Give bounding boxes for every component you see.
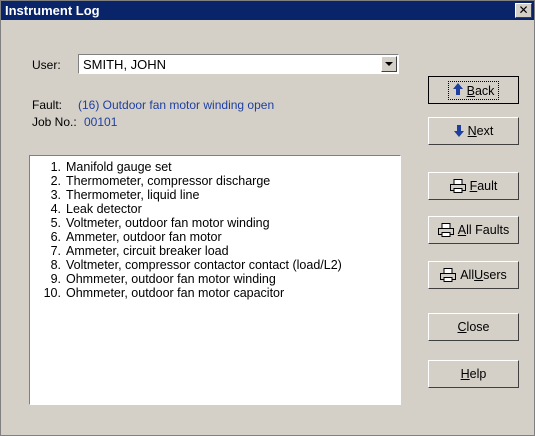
list-item[interactable]: 4. Leak detector	[30, 202, 400, 216]
user-select[interactable]: SMITH, JOHN	[78, 54, 399, 74]
print-all-faults-button[interactable]: All Faults	[428, 216, 519, 244]
list-item[interactable]: 8. Voltmeter, compressor contactor contac…	[30, 258, 400, 272]
list-item[interactable]: 1. Manifold gauge set	[30, 160, 400, 174]
print-fault-button[interactable]: Fault	[428, 172, 519, 200]
instrument-log-window: Instrument Log ✕ User: SMITH, JOHN Fault…	[0, 0, 535, 436]
close-button[interactable]: Close	[428, 313, 519, 341]
window-title: Instrument Log	[5, 3, 100, 18]
list-item[interactable]: 9. Ohmmeter, outdoor fan motor winding	[30, 272, 400, 286]
list-item[interactable]: 5. Voltmeter, outdoor fan motor winding	[30, 216, 400, 230]
next-button[interactable]: Next	[428, 117, 519, 145]
up-arrow-icon	[452, 82, 463, 95]
printer-icon	[449, 179, 466, 193]
down-arrow-icon	[453, 125, 464, 137]
back-button[interactable]: Back	[428, 76, 519, 104]
close-icon: ✕	[518, 3, 529, 17]
list-item[interactable]: 7. Ammeter, circuit breaker load	[30, 244, 400, 258]
title-bar: Instrument Log ✕	[1, 1, 534, 20]
list-item[interactable]: 2. Thermometer, compressor discharge	[30, 174, 400, 188]
instrument-list[interactable]: 1. Manifold gauge set 2. Thermometer, comp…	[29, 155, 401, 405]
printer-icon	[440, 268, 457, 282]
job-number-value: 00101	[84, 115, 118, 129]
fault-label: Fault:	[32, 98, 63, 112]
close-window-button[interactable]: ✕	[515, 3, 532, 18]
list-item[interactable]: 10. Ohmmeter, outdoor fan motor capacitor	[30, 286, 400, 300]
fault-value: (16) Outdoor fan motor winding open	[78, 98, 275, 112]
chevron-down-icon[interactable]	[381, 56, 397, 72]
job-number-label: Job No.:	[32, 115, 77, 129]
printer-icon	[437, 223, 454, 237]
list-item[interactable]: 3. Thermometer, liquid line	[30, 188, 400, 202]
help-button[interactable]: Help	[428, 360, 519, 388]
list-item[interactable]: 6. Ammeter, outdoor fan motor	[30, 230, 400, 244]
user-label: User:	[32, 58, 61, 72]
user-select-value: SMITH, JOHN	[83, 57, 167, 72]
print-all-users-button[interactable]: All Users	[428, 261, 519, 289]
